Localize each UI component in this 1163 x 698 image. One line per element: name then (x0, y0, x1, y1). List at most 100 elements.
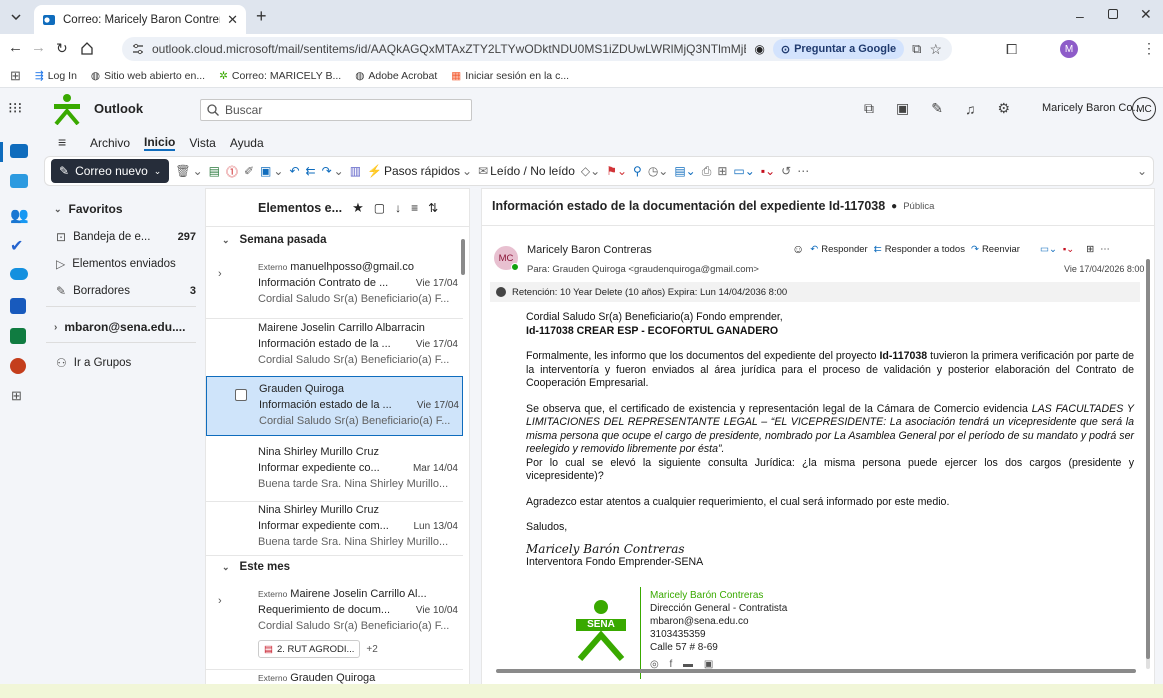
apps-icon[interactable]: ⊞ (1086, 244, 1094, 255)
home-button[interactable] (80, 41, 94, 55)
print-icon[interactable]: ⎙ (702, 164, 712, 179)
reply-all-button[interactable]: ⇇ Responder a todos (874, 244, 965, 255)
tag-icon[interactable]: ◇⌄ (581, 164, 600, 178)
snooze-icon[interactable]: ◷⌄ (648, 164, 669, 178)
reload-button[interactable]: ↻ (56, 40, 68, 57)
group-header[interactable]: ⌄ Semana pasada (206, 228, 463, 252)
reply-all-icon[interactable]: ⇇ (306, 164, 316, 178)
bookmark-log-in[interactable]: ⇶ Log In (35, 70, 77, 82)
list-item[interactable]: Nina Shirley Murillo Cruz Informar exped… (206, 438, 463, 502)
list-item[interactable]: › Externo manuelhposso@gmail.co Informaci… (206, 253, 463, 319)
reading-scrollbar[interactable] (1146, 259, 1150, 669)
acrobat-icon[interactable]: ▪⌄ (1063, 244, 1074, 255)
more-options-icon[interactable]: ⋯ (797, 164, 809, 178)
onedrive-app-icon[interactable] (10, 268, 28, 280)
minimize-button[interactable]: – (1076, 8, 1084, 24)
quick-steps-button[interactable]: ⚡ Pasos rápidos ⌄ (367, 164, 472, 178)
browser-menu-icon[interactable]: ⋮ (1142, 40, 1156, 57)
sweep-icon[interactable]: ✐ (244, 164, 254, 178)
user-avatar[interactable]: MC (1132, 97, 1156, 121)
acrobat-icon[interactable]: ▪⌄ (761, 164, 775, 178)
list-item-selected[interactable]: Grauden Quiroga Información estado de la… (206, 376, 463, 436)
delete-button[interactable]: 🗑 ⌄ (175, 164, 202, 178)
calendar-app-icon[interactable] (10, 174, 28, 188)
teams-icon[interactable]: ⧉ (864, 100, 874, 117)
menu-toggle-icon[interactable]: ≡ (58, 134, 66, 150)
word-icon[interactable]: ▣ (896, 100, 909, 117)
list-item[interactable]: Mairene Joselin Carrillo Albarracin Info… (206, 314, 463, 378)
emoji-icon[interactable]: ☺ (792, 242, 804, 256)
apps-icon[interactable]: ⊞ (717, 164, 727, 178)
word-app-icon[interactable] (10, 298, 26, 314)
bookmark-adobe[interactable]: ◍ Adobe Acrobat (355, 70, 437, 82)
more-attachments[interactable]: +2 (366, 644, 377, 655)
address-bar[interactable]: outlook.cloud.microsoft/mail/sentitems/i… (122, 37, 952, 61)
list-item[interactable]: Externo Grauden Quiroga (206, 671, 463, 685)
bell-icon[interactable]: ♫ (965, 101, 976, 117)
excel-app-icon[interactable] (10, 328, 26, 344)
tab-ayuda[interactable]: Ayuda (230, 136, 264, 150)
people-app-icon[interactable]: 👥 (10, 206, 29, 224)
bookmark-correo[interactable]: ✲ Correo: MARICELY B... (219, 70, 341, 82)
close-tab-icon[interactable]: ✕ (227, 12, 238, 28)
todo-app-icon[interactable]: ✔ (10, 236, 23, 256)
new-tab-button[interactable]: + (256, 6, 267, 27)
folder-sent[interactable]: ▷ Elementos enviados (56, 253, 196, 275)
profile-avatar[interactable]: M (1060, 40, 1078, 58)
sort-down-icon[interactable]: ↓ (395, 201, 401, 215)
addins-icon[interactable]: ▭⌄ (733, 164, 754, 178)
list-item[interactable]: › Externo Mairene Joselin Carrillo Al... … (206, 580, 463, 670)
horizontal-scrollbar[interactable] (496, 669, 1136, 673)
report-icon[interactable]: ⓵ (226, 163, 238, 180)
bookmark-iniciar-sesion[interactable]: ▦ Iniciar sesión en la c... (451, 70, 569, 82)
app-launcher-icon[interactable]: ⁝⁝⁝ (8, 99, 22, 117)
favorites-header[interactable]: ⌄ Favoritos (54, 198, 123, 220)
install-app-icon[interactable]: ⧉ (912, 41, 921, 57)
chevron-right-icon[interactable]: › (218, 595, 222, 607)
list-scrollbar[interactable] (461, 239, 465, 275)
read-unread-button[interactable]: ✉ Leído / No leído (478, 164, 575, 178)
teams-share-icon[interactable]: ▥ (350, 164, 361, 178)
tab-vista[interactable]: Vista (189, 136, 215, 150)
search-input[interactable]: Buscar (200, 99, 472, 121)
folder-drafts[interactable]: ✎ Borradores 3 (56, 280, 196, 302)
powerpoint-app-icon[interactable] (10, 358, 26, 374)
select-checkbox[interactable] (235, 389, 247, 401)
reply-button[interactable]: ↶ Responder (810, 244, 867, 255)
ask-google-button[interactable]: ⊙ Preguntar a Google (772, 39, 905, 59)
new-mail-button[interactable]: ✎ Correo nuevo ⌄ (51, 159, 170, 183)
browser-tab[interactable]: Correo: Maricely Baron Contrer ✕ (34, 5, 246, 34)
archive-icon[interactable]: ▤ (209, 164, 220, 178)
group-header[interactable]: ⌄ Este mes (206, 555, 463, 579)
bookmark-sitio-web[interactable]: ◍ Sitio web abierto en... (91, 70, 205, 82)
bookmark-star-icon[interactable]: ☆ (929, 41, 942, 58)
more-options-icon[interactable]: ⋯ (1100, 244, 1110, 255)
account-header[interactable]: › mbaron@sena.edu.... (54, 316, 185, 338)
expand-ribbon-icon[interactable]: ⌄ (1137, 164, 1147, 178)
more-apps-icon[interactable]: ⊞ (11, 388, 22, 404)
tab-inicio[interactable]: Inicio (144, 135, 176, 151)
eye-icon[interactable]: ◉ (754, 42, 764, 56)
feedback-icon[interactable]: ✎ (931, 100, 943, 117)
reply-icon[interactable]: ↶ (289, 164, 299, 178)
flag-icon[interactable]: ⚑⌄ (606, 164, 627, 178)
go-to-groups[interactable]: ⚇ Ir a Grupos (56, 352, 131, 374)
tab-list-button[interactable] (6, 8, 26, 26)
extensions-icon[interactable]: ⧠ (1006, 41, 1017, 58)
gear-icon[interactable]: ⚙ (997, 100, 1010, 117)
restore-button[interactable] (1108, 9, 1118, 19)
back-button[interactable]: ← (8, 39, 23, 56)
close-window-button[interactable]: ✕ (1140, 6, 1152, 23)
sort-icon[interactable]: ⇅ (428, 201, 438, 215)
tab-archivo[interactable]: Archivo (90, 136, 130, 150)
filter-icon[interactable]: ≡ (411, 201, 418, 215)
attachment-chip[interactable]: ▤ 2. RUT AGRODI... (258, 640, 361, 658)
forward-button[interactable]: → (31, 39, 46, 56)
chevron-right-icon[interactable]: › (218, 268, 222, 280)
favorite-star-icon[interactable]: ★ (352, 200, 364, 216)
select-icon[interactable]: ▢ (374, 201, 385, 215)
sender-name[interactable]: Maricely Baron Contreras (527, 244, 652, 256)
undo-icon[interactable]: ↺ (781, 164, 791, 178)
folder-inbox[interactable]: ⊡ Bandeja de e... 297 (56, 226, 196, 248)
rules-icon[interactable]: ▤⌄ (674, 164, 695, 178)
